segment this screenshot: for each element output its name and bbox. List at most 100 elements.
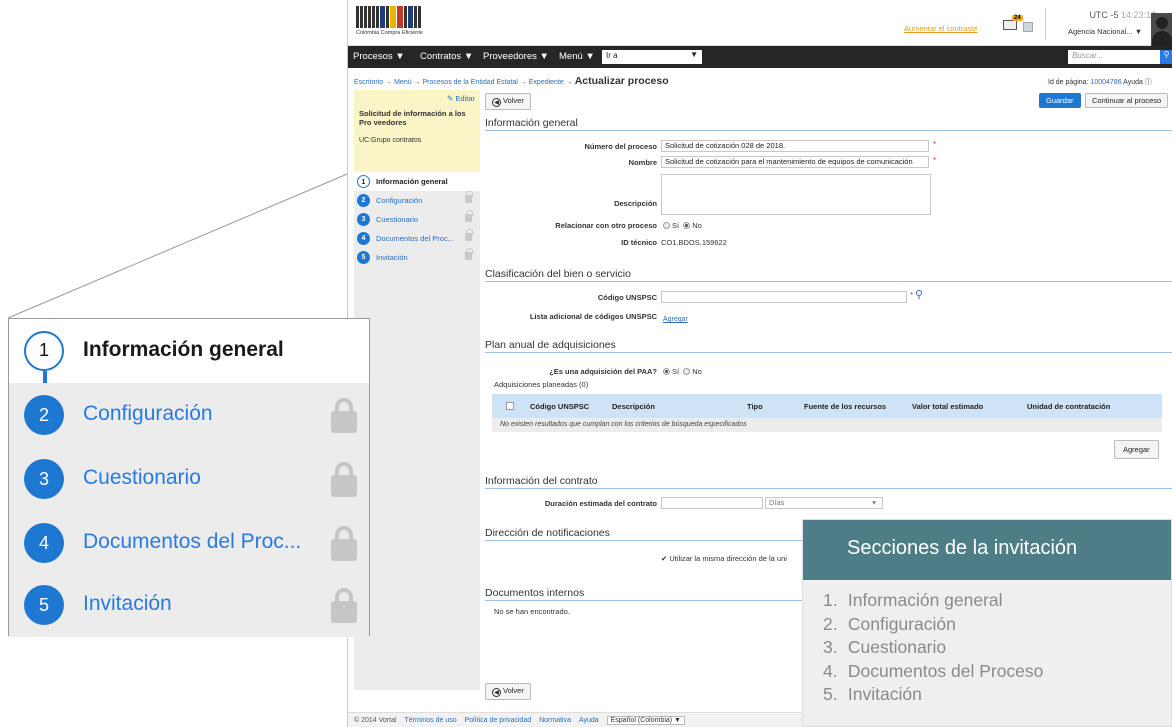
section-divider (485, 488, 1172, 489)
edit-label: Editar (455, 94, 475, 103)
zoom-step-invitacion[interactable]: 5 Invitación (9, 573, 369, 637)
name-label: Nombre (628, 158, 657, 167)
help-link[interactable]: Ayuda (579, 717, 599, 724)
col-description[interactable]: Descripción (612, 402, 655, 411)
add-unspsc-link[interactable]: Agregar (663, 316, 688, 323)
check-icon: ✔ (661, 554, 668, 563)
description-textarea[interactable] (661, 174, 931, 215)
step-label: Cuestionario (376, 215, 419, 224)
back-label: Volver (503, 96, 524, 105)
step-number: 4 (357, 232, 370, 245)
zoom-step-cuestionario[interactable]: 3 Cuestionario (9, 447, 369, 511)
breadcrumb-expediente[interactable]: Expediente (529, 79, 564, 86)
user-avatar[interactable] (1151, 13, 1172, 46)
process-number-label: Número del proceso (584, 142, 657, 151)
breadcrumb-escritorio[interactable]: Escritorio (354, 79, 383, 86)
sections-list-item: 4. Documentos del Proceso (823, 660, 1044, 681)
unspsc-input[interactable] (661, 291, 907, 303)
step-label: Configuración (83, 402, 213, 425)
paa-no-radio[interactable] (683, 368, 691, 375)
col-type[interactable]: Tipo (747, 402, 763, 411)
col-contracting-unit[interactable]: Unidad de contratación (1027, 402, 1110, 411)
colombia-compra-logo[interactable]: Colombia Compra Eficiente (356, 6, 441, 40)
privacy-link[interactable]: Política de privacidad (465, 717, 532, 724)
step-number: 1 (24, 331, 64, 371)
save-button[interactable]: Guardar (1039, 93, 1081, 108)
step-number: 5 (357, 251, 370, 264)
col-funding-source[interactable]: Fuente de los recursos (804, 402, 886, 411)
same-address-checkbox-row[interactable]: ✔ Utilizar la misma dirección de la uni (661, 554, 787, 563)
step-informacion-general[interactable]: 1 Información general (354, 172, 480, 191)
language-select[interactable]: Español (Colombia) ▼ (606, 716, 685, 725)
increase-contrast-link[interactable]: Aumentar el contraste (904, 24, 977, 33)
breadcrumb-procesos[interactable]: Procesos de la Entidad Estatal (423, 79, 518, 86)
name-input[interactable]: Solicitud de cotización para el mantenim… (661, 156, 929, 168)
step-number: 2 (24, 395, 64, 435)
duration-input[interactable] (661, 497, 763, 509)
zoom-step-documentos[interactable]: 4 Documentos del Proc... (9, 511, 369, 575)
section-divider (485, 281, 1172, 282)
duration-unit-select[interactable]: Días ▾ (765, 497, 883, 509)
step-label: Invitación (376, 253, 408, 262)
process-number-input[interactable]: Solicitud de cotización 028 de 2018. (661, 140, 929, 152)
step-label: Documentos del Proc... (376, 234, 454, 243)
section-item-label: Configuración (847, 613, 956, 634)
duration-unit-value: Días (769, 498, 785, 507)
search-input[interactable]: Buscar... (1068, 50, 1160, 64)
zoom-step-informacion-general[interactable]: 1 Información general (9, 319, 369, 383)
relate-process-label: Relacionar con otro proceso (555, 221, 657, 230)
language-value: Español (Colombia) (610, 717, 673, 724)
col-estimated-value[interactable]: Valor total estimado (912, 402, 983, 411)
nav-contratos[interactable]: Contratos ▼ (420, 51, 473, 62)
mail-icon[interactable] (1003, 20, 1017, 30)
chevron-down-icon: ▼ (690, 50, 698, 59)
continue-button[interactable]: Continuar al proceso (1085, 93, 1169, 108)
search-icon[interactable]: ⚲ (915, 288, 923, 301)
relate-process-radios: Sí No (661, 221, 702, 230)
step-cuestionario[interactable]: 3 Cuestionario (354, 210, 480, 229)
breadcrumb-menu[interactable]: Menú (394, 79, 412, 86)
step-documentos[interactable]: 4 Documentos del Proc... (354, 229, 480, 248)
paa-yes-radio[interactable] (663, 368, 670, 375)
nav-menu[interactable]: Menú ▼ (559, 51, 595, 62)
mail-count-badge: 24 (1012, 15, 1023, 21)
back-button-bottom[interactable]: ◀ Volver (485, 683, 531, 700)
main-navbar: Procesos ▼ Contratos ▼ Proveedores ▼ Men… (348, 46, 1172, 68)
pencil-icon: ✎ (447, 94, 454, 103)
relate-yes-radio[interactable] (663, 222, 670, 229)
relate-no-radio[interactable] (683, 222, 691, 229)
lock-icon (465, 210, 473, 222)
select-all-checkbox[interactable] (506, 402, 514, 410)
add-acquisition-button[interactable]: Agregar (1114, 440, 1159, 459)
section-divider (485, 130, 1172, 131)
goto-select[interactable]: Ir a ▼ (602, 50, 702, 64)
book-icon[interactable] (1023, 22, 1033, 32)
step-label: Cuestionario (83, 466, 201, 489)
normative-link[interactable]: Normativa (539, 717, 571, 724)
page-id: Id de página: 10004786 Ayuda ⓘ (1048, 77, 1152, 87)
step-configuracion[interactable]: 2 Configuración (354, 191, 480, 210)
nav-procesos[interactable]: Procesos ▼ (353, 51, 405, 62)
step-invitacion[interactable]: 5 Invitación (354, 248, 480, 267)
description-label: Descripción (614, 199, 657, 208)
search-icon[interactable]: ⚲ (1160, 50, 1172, 64)
paa-table-empty: No existen resultados que cumplan con lo… (492, 418, 1162, 432)
terms-link[interactable]: Términos de uso (404, 717, 456, 724)
back-arrow-icon: ◀ (492, 98, 501, 107)
page-id-value[interactable]: 10004786 (1090, 79, 1121, 86)
edit-link[interactable]: ✎ Editar (447, 94, 475, 103)
copyright: © 2014 Vortal (354, 717, 397, 724)
step-number: 2 (357, 194, 370, 207)
help-icon[interactable]: ⓘ (1145, 79, 1152, 86)
help-link[interactable]: Ayuda (1123, 79, 1143, 86)
agency-selector[interactable]: Agencia Nacional... ▼ (1068, 27, 1142, 36)
back-button[interactable]: ◀ Volver (485, 93, 531, 110)
chevron-down-icon: ▼ (1134, 27, 1143, 36)
tech-id-label: ID técnico (621, 238, 657, 247)
sections-panel: Secciones de la invitación 1. Informació… (802, 519, 1172, 727)
nav-proveedores[interactable]: Proveedores ▼ (483, 51, 549, 62)
col-unspsc[interactable]: Código UNSPSC (530, 402, 589, 411)
zoom-step-configuracion[interactable]: 2 Configuración (9, 383, 369, 447)
section-item-label: Información general (847, 590, 1003, 610)
process-title: Solicitud de información a los Pro veedo… (359, 109, 466, 127)
